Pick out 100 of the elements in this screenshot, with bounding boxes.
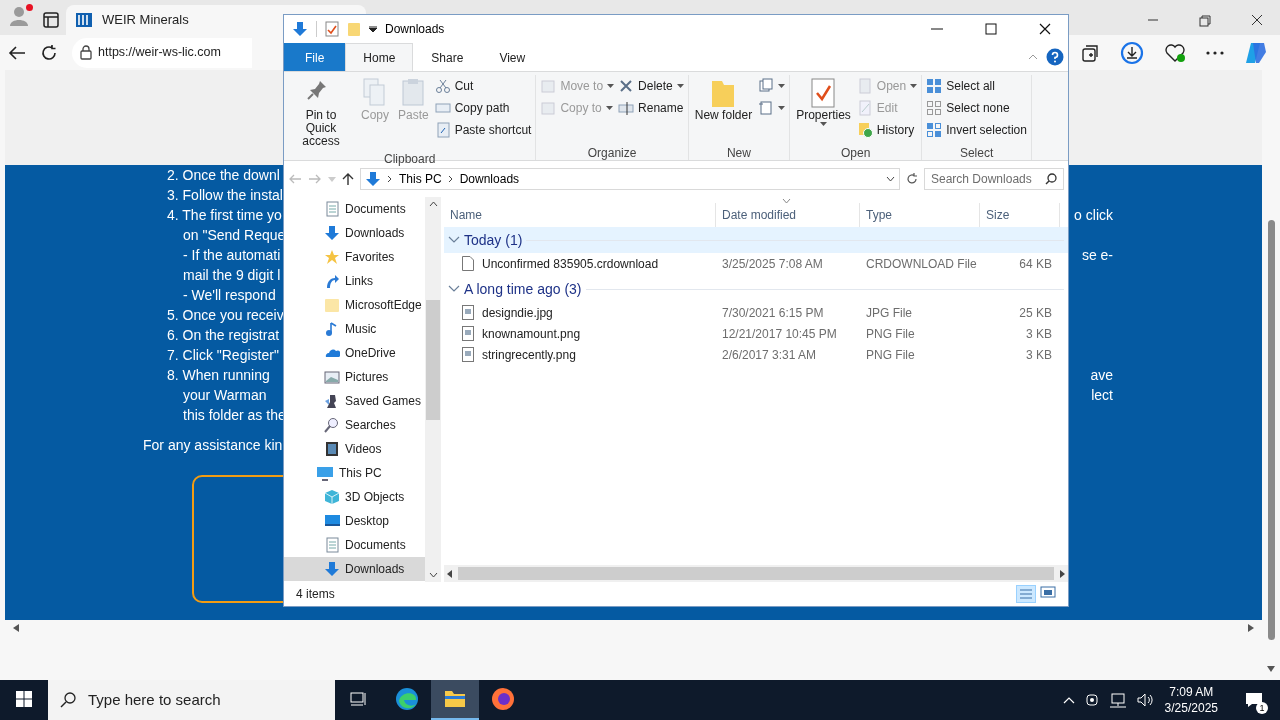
heartbeat-icon[interactable]	[1164, 42, 1186, 63]
ribbon-button[interactable]: Paste shortcut	[434, 119, 532, 141]
collapse-ribbon-icon[interactable]	[1028, 54, 1038, 60]
group-header[interactable]: Today (1)	[444, 227, 1068, 253]
down-arrow-icon	[365, 171, 381, 187]
file-name[interactable]: designdie.jpg	[444, 303, 716, 322]
group-header[interactable]: A long time ago (3)	[444, 276, 1068, 302]
taskbar-search[interactable]: Type here to search	[48, 680, 335, 720]
chevron-icon	[447, 175, 454, 183]
group-label: Organize	[586, 145, 638, 160]
ribbon-button[interactable]: Pin to Quick access	[288, 75, 354, 150]
nav-item[interactable]: Downloads	[284, 221, 425, 245]
address-bar[interactable]: https://weir-ws-lic.com	[72, 37, 252, 68]
desktop-icon	[324, 513, 340, 529]
down-arrow-icon[interactable]	[292, 21, 308, 37]
file-name[interactable]: knownamount.png	[444, 324, 716, 343]
help-icon[interactable]	[1046, 48, 1064, 66]
chevron-up-icon[interactable]	[1062, 696, 1075, 704]
taskbar-app[interactable]	[431, 680, 479, 720]
ribbon-tab[interactable]: Share	[413, 43, 482, 71]
nav-item[interactable]: Pictures	[284, 365, 425, 389]
horizontal-scrollbar[interactable]	[444, 565, 1068, 582]
file-name[interactable]: Unconfirmed 835905.crdownload	[444, 254, 716, 273]
status-text: 4 items	[296, 586, 335, 603]
page-text: For any assistance kin	[143, 436, 283, 455]
maximize-icon[interactable]	[982, 21, 1000, 37]
picture-icon	[324, 369, 340, 385]
meet-icon[interactable]	[1084, 692, 1099, 708]
breadcrumb-item[interactable]: This PC	[399, 170, 442, 188]
nav-item[interactable]: This PC	[284, 461, 425, 485]
more-icon[interactable]	[1206, 50, 1224, 55]
file-name[interactable]: stringrecently.png	[444, 345, 716, 364]
nav-item[interactable]: Downloads	[284, 557, 425, 581]
delete-icon	[618, 78, 635, 94]
scroll-down-icon[interactable]	[1267, 666, 1275, 672]
address-bar[interactable]: This PC Downloads	[360, 168, 900, 190]
ribbon-tab[interactable]: Home	[345, 43, 414, 71]
tab-actions-icon[interactable]	[42, 11, 60, 29]
nav-item[interactable]: Favorites	[284, 245, 425, 269]
ribbon-button[interactable]: Select none	[926, 97, 1027, 119]
nav-item[interactable]: Videos	[284, 437, 425, 461]
vertical-scrollbar[interactable]	[425, 197, 441, 582]
nav-item[interactable]: Music	[284, 317, 425, 341]
ribbon-button[interactable]: Cut	[434, 75, 532, 97]
ribbon-button[interactable]: Properties	[794, 75, 853, 128]
nav-item[interactable]: 3D Objects	[284, 485, 425, 509]
chevron-icon	[448, 285, 460, 293]
back-icon[interactable]	[8, 44, 26, 61]
copilot-icon[interactable]	[1244, 41, 1268, 64]
caret-icon[interactable]	[778, 106, 786, 110]
page-text: 8. When running	[167, 366, 270, 385]
nav-item[interactable]: Links	[284, 269, 425, 293]
rename-icon	[618, 100, 635, 116]
nav-item[interactable]: OneDrive	[284, 341, 425, 365]
nav-item[interactable]: Documents	[284, 197, 425, 221]
avatar-icon	[8, 4, 30, 26]
page-text: 7. Click "Register"	[167, 346, 279, 365]
nav-item[interactable]: Saved Games	[284, 389, 425, 413]
image-file-icon	[462, 305, 474, 320]
lock-icon	[80, 45, 92, 60]
edit-icon	[856, 100, 873, 116]
dropdown-icon[interactable]	[886, 176, 895, 182]
caret-icon[interactable]	[676, 84, 684, 88]
page-text: se e-	[1081, 246, 1113, 265]
ribbon-button[interactable]: Rename	[618, 97, 684, 119]
large-icons-view-icon[interactable]	[1040, 585, 1056, 599]
collections-icon[interactable]	[1080, 42, 1100, 63]
nav-item[interactable]: MicrosoftEdge	[284, 293, 425, 317]
table-cell-text: PNG File	[865, 346, 916, 364]
scroll-up-icon	[428, 201, 438, 207]
windows-logo-icon[interactable]	[16, 691, 32, 707]
caret-icon[interactable]	[820, 122, 827, 126]
ribbon-tab[interactable]: File	[284, 43, 346, 71]
ribbon-button[interactable]: Delete	[618, 75, 684, 97]
properties-icon[interactable]	[325, 21, 339, 37]
clock[interactable]: 7:09 AM 3/25/2025	[1164, 684, 1218, 716]
scroll-left-icon[interactable]	[13, 623, 19, 632]
nav-item[interactable]: Searches	[284, 413, 425, 437]
caret-icon[interactable]	[369, 26, 377, 32]
search-field[interactable]: Search Downloads	[924, 168, 1064, 190]
restore-icon[interactable]	[1196, 13, 1214, 27]
ribbon-button[interactable]: Select all	[926, 75, 1027, 97]
nav-item[interactable]: Desktop	[284, 509, 425, 533]
network-icon[interactable]	[1108, 692, 1127, 708]
ribbon-button[interactable]: New folder	[692, 75, 755, 124]
caret-icon[interactable]	[778, 84, 786, 88]
ribbon-button[interactable]: History	[856, 119, 918, 141]
breadcrumb-item[interactable]: Downloads	[459, 170, 520, 188]
up-icon[interactable]	[342, 172, 354, 186]
download-icon[interactable]	[1120, 40, 1144, 65]
ribbon-button[interactable]: Copy path	[434, 97, 532, 119]
nav-item[interactable]: Documents	[284, 533, 425, 557]
refresh-icon[interactable]	[906, 173, 918, 185]
scroll-right-icon[interactable]	[1248, 623, 1254, 632]
image-file-icon	[462, 347, 474, 362]
ribbon-button[interactable]: Invert selection	[926, 119, 1027, 141]
page-text: 4. The first time yo	[167, 206, 282, 225]
volume-icon[interactable]	[1136, 692, 1155, 708]
ribbon-tab[interactable]: View	[481, 43, 544, 71]
refresh-icon[interactable]	[40, 43, 58, 62]
